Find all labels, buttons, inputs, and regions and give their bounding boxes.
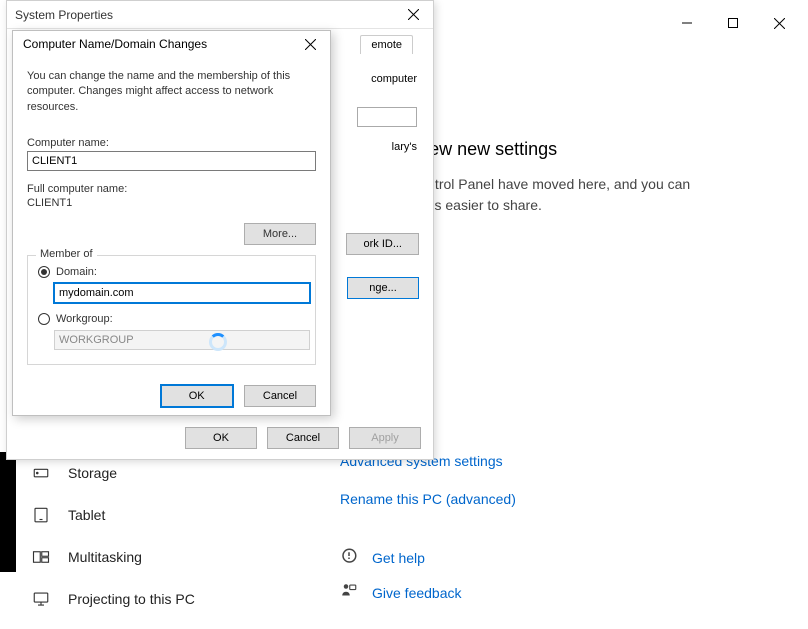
- domain-radio-row[interactable]: Domain:: [38, 266, 305, 278]
- more-button[interactable]: More...: [244, 223, 316, 245]
- storage-icon: [32, 464, 50, 482]
- sysprop-computer-text: computer: [371, 73, 417, 85]
- sysprop-title: System Properties: [15, 8, 113, 22]
- workgroup-radio[interactable]: [38, 313, 50, 325]
- feedback-row[interactable]: Give feedback: [340, 582, 798, 603]
- settings-nav: Storage Tablet Multitasking Projecting t…: [24, 452, 324, 620]
- tablet-icon: [32, 506, 50, 524]
- get-help-link[interactable]: Get help: [372, 550, 425, 566]
- domdlg-button-row: OK Cancel: [13, 375, 330, 419]
- maximize-button[interactable]: [710, 8, 756, 38]
- domain-input[interactable]: [54, 283, 310, 303]
- domain-changes-dialog: Computer Name/Domain Changes You can cha…: [12, 30, 331, 416]
- workgroup-radio-label: Workgroup:: [56, 313, 113, 325]
- computer-name-input[interactable]: [27, 151, 316, 171]
- settings-titlebar: [664, 8, 802, 38]
- domdlg-titlebar: Computer Name/Domain Changes: [13, 31, 330, 57]
- workgroup-input: [54, 330, 310, 350]
- feedback-icon: [340, 582, 358, 603]
- sysprop-close-button[interactable]: [399, 4, 427, 26]
- sysprop-titlebar: System Properties: [7, 1, 433, 29]
- get-help-row[interactable]: Get help: [340, 547, 798, 568]
- sysprop-marys-text: lary's: [392, 141, 417, 153]
- nav-projecting-label: Projecting to this PC: [68, 591, 195, 607]
- member-of-group: Member of Domain: Workgroup:: [27, 255, 316, 365]
- full-computer-name-label: Full computer name:: [27, 183, 316, 195]
- help-icon: [340, 547, 358, 568]
- nav-tablet-label: Tablet: [68, 507, 105, 523]
- nav-multitasking[interactable]: Multitasking: [24, 536, 324, 578]
- domdlg-body: You can change the name and the membersh…: [13, 57, 330, 375]
- domain-radio[interactable]: [38, 266, 50, 278]
- workgroup-radio-row[interactable]: Workgroup:: [38, 313, 305, 325]
- nav-tablet[interactable]: Tablet: [24, 494, 324, 536]
- feedback-link[interactable]: Give feedback: [372, 585, 462, 601]
- background-terminal-strip: [0, 452, 16, 572]
- domdlg-desc: You can change the name and the membersh…: [27, 69, 316, 115]
- domdlg-ok-button[interactable]: OK: [161, 385, 233, 407]
- nav-multitasking-label: Multitasking: [68, 549, 142, 565]
- minimize-button[interactable]: [664, 8, 710, 38]
- domdlg-cancel-button[interactable]: Cancel: [244, 385, 316, 407]
- multitasking-icon: [32, 548, 50, 566]
- domain-radio-label: Domain:: [56, 266, 97, 278]
- sysprop-network-id-button[interactable]: ork ID...: [346, 233, 419, 255]
- more-button-row: More...: [27, 223, 316, 245]
- busy-spinner-icon: [209, 333, 227, 351]
- link-rename-pc[interactable]: Rename this PC (advanced): [340, 491, 798, 507]
- nav-projecting[interactable]: Projecting to this PC: [24, 578, 324, 620]
- sysprop-desc-input[interactable]: [357, 107, 417, 127]
- domdlg-title: Computer Name/Domain Changes: [23, 37, 207, 51]
- nav-storage-label: Storage: [68, 465, 117, 481]
- sysprop-change-button[interactable]: nge...: [347, 277, 419, 299]
- sysprop-tab-remote[interactable]: emote: [360, 35, 413, 54]
- close-button[interactable]: [756, 8, 802, 38]
- full-computer-name-value: CLIENT1: [27, 197, 316, 209]
- sysprop-button-row: OK Cancel Apply: [185, 427, 421, 449]
- computer-name-label: Computer name:: [27, 137, 316, 149]
- sysprop-cancel-button[interactable]: Cancel: [267, 427, 339, 449]
- sysprop-apply-button: Apply: [349, 427, 421, 449]
- projecting-icon: [32, 590, 50, 608]
- member-of-legend: Member of: [36, 248, 97, 260]
- sysprop-ok-button[interactable]: OK: [185, 427, 257, 449]
- domdlg-close-button[interactable]: [296, 33, 324, 55]
